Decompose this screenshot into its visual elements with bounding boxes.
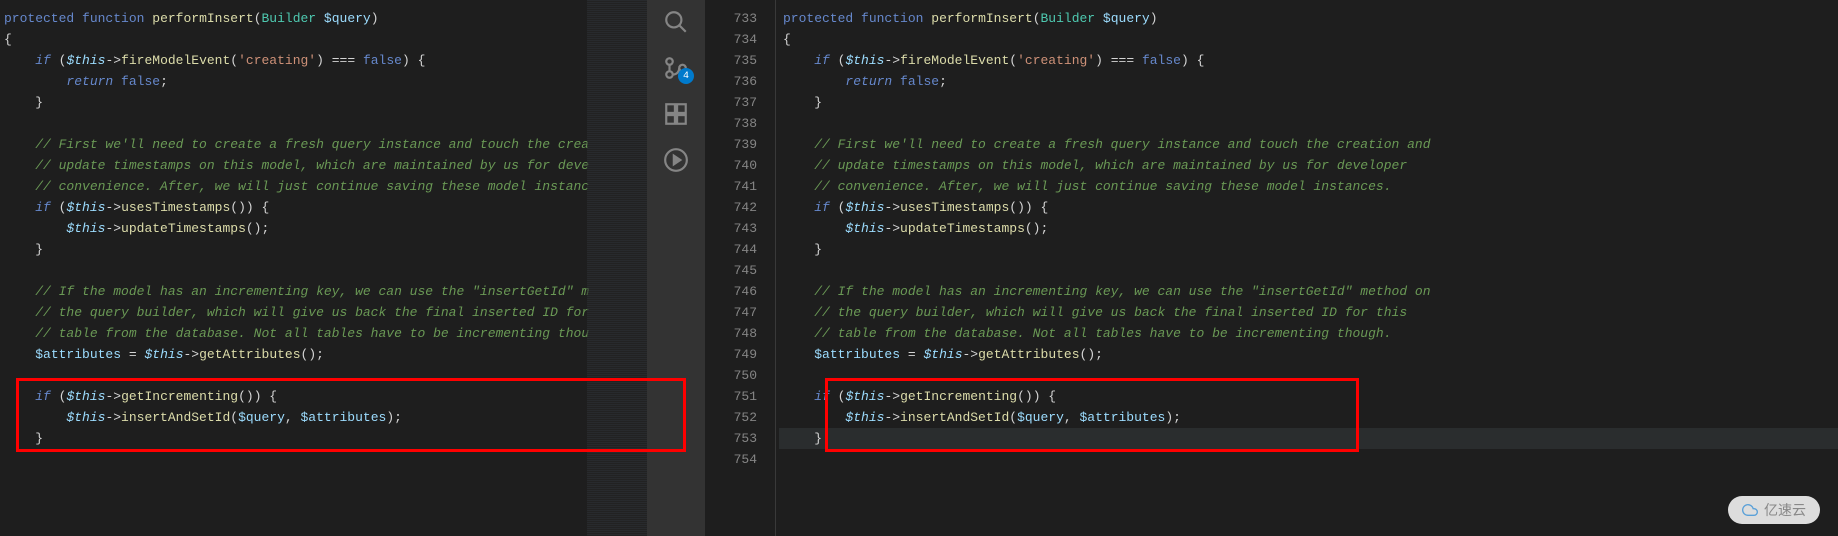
- line-number: 739: [705, 134, 757, 155]
- code-line[interactable]: if ($this->fireModelEvent('creating') ==…: [779, 50, 1838, 71]
- code-line[interactable]: // table from the database. Not all tabl…: [0, 323, 647, 344]
- code-line[interactable]: $this->insertAndSetId($query, $attribute…: [779, 407, 1838, 428]
- code-line[interactable]: protected function performInsert(Builder…: [779, 8, 1838, 29]
- line-number: 733: [705, 8, 757, 29]
- code-line[interactable]: $attributes = $this->getAttributes();: [779, 344, 1838, 365]
- code-line[interactable]: // the query builder, which will give us…: [779, 302, 1838, 323]
- right-editor-pane[interactable]: protected function performInsert(Builder…: [779, 0, 1838, 536]
- code-line[interactable]: }: [779, 92, 1838, 113]
- code-line[interactable]: }: [0, 239, 647, 260]
- line-number-gutter: 7337347357367377387397407417427437447457…: [705, 0, 775, 536]
- source-control-icon[interactable]: 4: [662, 54, 690, 82]
- right-code-area[interactable]: protected function performInsert(Builder…: [779, 0, 1838, 470]
- code-line[interactable]: }: [0, 92, 647, 113]
- code-line[interactable]: // convenience. After, we will just cont…: [0, 176, 647, 197]
- code-line[interactable]: $attributes = $this->getAttributes();: [0, 344, 647, 365]
- code-line[interactable]: }: [779, 239, 1838, 260]
- code-line[interactable]: return false;: [0, 71, 647, 92]
- code-line[interactable]: // If the model has an incrementing key,…: [779, 281, 1838, 302]
- watermark-logo-icon: [1742, 502, 1758, 518]
- line-number: 748: [705, 323, 757, 344]
- code-line[interactable]: // update timestamps on this model, whic…: [0, 155, 647, 176]
- line-number: 738: [705, 113, 757, 134]
- code-line[interactable]: [779, 365, 1838, 386]
- code-line[interactable]: [0, 449, 647, 470]
- line-number: 734: [705, 29, 757, 50]
- code-line[interactable]: [0, 260, 647, 281]
- code-line[interactable]: // the query builder, which will give us…: [0, 302, 647, 323]
- code-line[interactable]: // convenience. After, we will just cont…: [779, 176, 1838, 197]
- minimap-left[interactable]: [587, 0, 647, 536]
- code-line[interactable]: {: [0, 29, 647, 50]
- line-number: 745: [705, 260, 757, 281]
- line-number: 741: [705, 176, 757, 197]
- activity-bar: 4: [647, 0, 705, 536]
- code-line[interactable]: protected function performInsert(Builder…: [0, 8, 647, 29]
- code-line[interactable]: // update timestamps on this model, whic…: [779, 155, 1838, 176]
- line-number: 752: [705, 407, 757, 428]
- line-number: 753: [705, 428, 757, 449]
- line-number: 735: [705, 50, 757, 71]
- line-number: 747: [705, 302, 757, 323]
- left-editor-pane[interactable]: protected function performInsert(Builder…: [0, 0, 647, 536]
- diff-editor: protected function performInsert(Builder…: [0, 0, 1838, 536]
- line-number: 740: [705, 155, 757, 176]
- code-line[interactable]: if ($this->getIncrementing()) {: [0, 386, 647, 407]
- run-icon[interactable]: [662, 146, 690, 174]
- line-number: 736: [705, 71, 757, 92]
- line-number: 737: [705, 92, 757, 113]
- line-number: 742: [705, 197, 757, 218]
- search-icon[interactable]: [662, 8, 690, 36]
- line-number: 744: [705, 239, 757, 260]
- code-line[interactable]: $this->insertAndSetId($query, $attribute…: [0, 407, 647, 428]
- code-line[interactable]: [0, 113, 647, 134]
- code-line[interactable]: if ($this->usesTimestamps()) {: [0, 197, 647, 218]
- code-line[interactable]: // First we'll need to create a fresh qu…: [0, 134, 647, 155]
- scm-badge: 4: [678, 68, 694, 84]
- code-line[interactable]: if ($this->usesTimestamps()) {: [779, 197, 1838, 218]
- code-line[interactable]: return false;: [779, 71, 1838, 92]
- code-line[interactable]: [779, 449, 1838, 470]
- extensions-icon[interactable]: [662, 100, 690, 128]
- code-line[interactable]: {: [779, 29, 1838, 50]
- line-number: 754: [705, 449, 757, 470]
- code-line[interactable]: $this->updateTimestamps();: [779, 218, 1838, 239]
- code-line[interactable]: if ($this->fireModelEvent('creating') ==…: [0, 50, 647, 71]
- line-number: 743: [705, 218, 757, 239]
- line-number: 751: [705, 386, 757, 407]
- code-line[interactable]: // table from the database. Not all tabl…: [779, 323, 1838, 344]
- line-number: 746: [705, 281, 757, 302]
- code-line[interactable]: }: [0, 428, 647, 449]
- code-line[interactable]: [779, 260, 1838, 281]
- code-line[interactable]: }: [779, 428, 1838, 449]
- left-code-area[interactable]: protected function performInsert(Builder…: [0, 0, 647, 470]
- watermark: 亿速云: [1728, 496, 1820, 524]
- code-line[interactable]: if ($this->getIncrementing()) {: [779, 386, 1838, 407]
- watermark-text: 亿速云: [1764, 500, 1806, 520]
- line-number: 750: [705, 365, 757, 386]
- code-line[interactable]: // First we'll need to create a fresh qu…: [779, 134, 1838, 155]
- code-line[interactable]: $this->updateTimestamps();: [0, 218, 647, 239]
- minimap-content: [587, 0, 647, 536]
- line-number: 749: [705, 344, 757, 365]
- code-line[interactable]: [0, 365, 647, 386]
- code-line[interactable]: // If the model has an incrementing key,…: [0, 281, 647, 302]
- code-line[interactable]: [779, 113, 1838, 134]
